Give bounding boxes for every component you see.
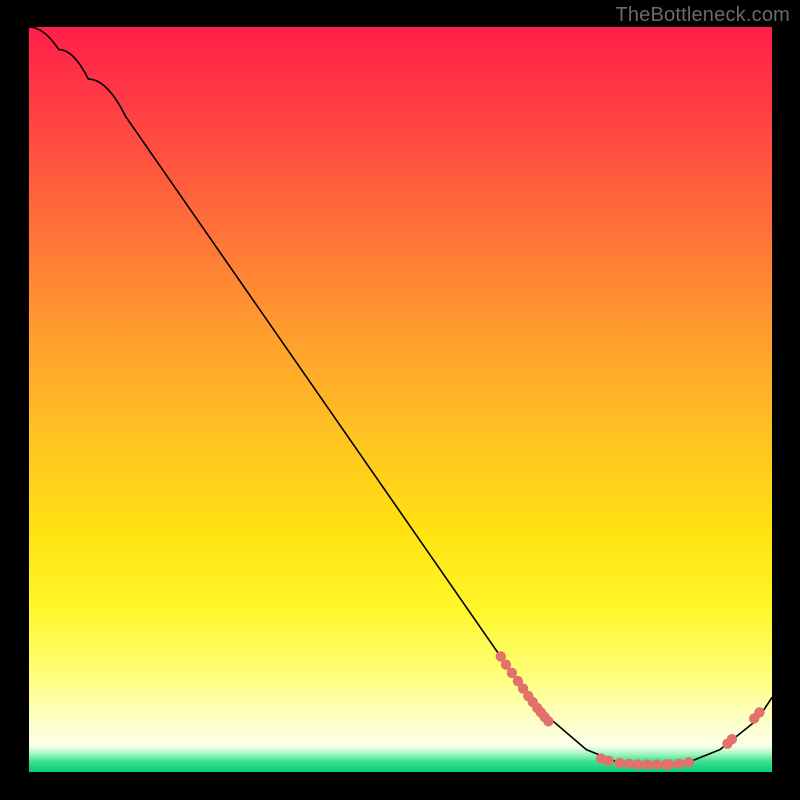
data-point (543, 716, 553, 726)
data-point (727, 734, 737, 744)
data-point (642, 759, 652, 769)
marker-layer (496, 651, 765, 769)
data-point (603, 756, 613, 766)
data-point (652, 759, 662, 769)
plot-area (29, 27, 772, 772)
data-point (664, 759, 674, 769)
data-point (633, 759, 643, 769)
data-point (615, 758, 625, 768)
data-point (684, 757, 694, 767)
chart-stage: TheBottleneck.com (0, 0, 800, 800)
data-point (624, 759, 634, 769)
data-point (754, 707, 764, 717)
watermark-text: TheBottleneck.com (615, 4, 790, 27)
bottleneck-curve-svg (29, 27, 772, 772)
bottleneck-curve-path (29, 27, 772, 765)
data-point (674, 759, 684, 769)
